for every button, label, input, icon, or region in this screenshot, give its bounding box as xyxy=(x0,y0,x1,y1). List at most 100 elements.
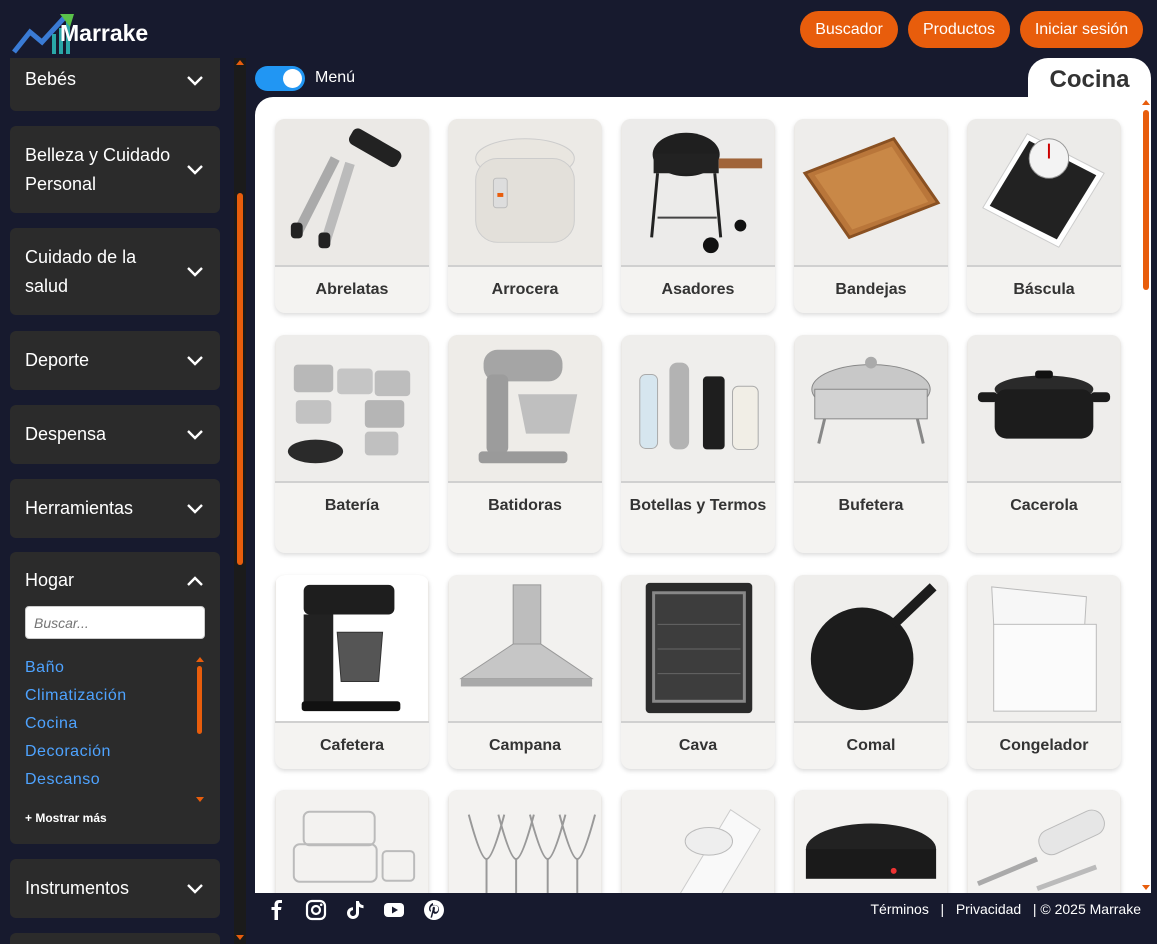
category-herramientas[interactable]: Herramientas xyxy=(10,479,220,538)
chevron-down-icon xyxy=(187,430,203,440)
chevron-down-icon xyxy=(187,356,203,366)
product-card[interactable] xyxy=(621,790,775,893)
product-image-cuchillo-electrico xyxy=(967,790,1121,893)
product-scroll-down[interactable] xyxy=(1142,885,1150,890)
product-image-abrelatas xyxy=(275,119,429,267)
product-card[interactable]: Batería xyxy=(275,335,429,553)
instagram-icon[interactable] xyxy=(305,899,327,921)
facebook-icon[interactable] xyxy=(266,899,288,921)
product-label: Cacerola xyxy=(1010,497,1078,514)
sublink-bano[interactable]: Baño xyxy=(25,659,64,677)
category-instrumentos[interactable]: Instrumentos xyxy=(10,859,220,918)
sublist-scroll-down[interactable] xyxy=(196,797,204,802)
privacidad-link[interactable]: Privacidad xyxy=(956,901,1021,917)
product-card[interactable]: Batidoras xyxy=(448,335,602,553)
product-card[interactable]: Arrocera xyxy=(448,119,602,313)
product-image-cafetera xyxy=(275,575,429,723)
product-image-botellas xyxy=(621,335,775,483)
category-label: Cuidado de la salud xyxy=(25,247,137,296)
product-label: Botellas y Termos xyxy=(629,497,767,514)
sublink-cocina[interactable]: Cocina xyxy=(25,715,78,733)
sublink-climatizacion[interactable]: Climatización xyxy=(25,687,127,705)
chevron-up-icon[interactable] xyxy=(186,575,204,587)
product-label: Comal xyxy=(846,737,896,754)
category-deporte[interactable]: Deporte xyxy=(10,331,220,390)
product-image-bandejas xyxy=(794,119,948,267)
product-image-batidoras xyxy=(448,335,602,483)
product-card[interactable]: Cava xyxy=(621,575,775,769)
pinterest-icon[interactable] xyxy=(423,899,445,921)
product-card[interactable] xyxy=(275,790,429,893)
product-label: Cava xyxy=(678,737,718,754)
copyright-text: | © 2025 Marrake xyxy=(1032,901,1141,917)
show-more-link[interactable]: + Mostrar más xyxy=(25,811,107,825)
sidebar-scroll-up[interactable] xyxy=(236,60,244,65)
product-image-bascula xyxy=(967,119,1121,267)
product-label: Asadores xyxy=(661,281,735,298)
category-despensa[interactable]: Despensa xyxy=(10,405,220,464)
product-scrollbar-thumb[interactable] xyxy=(1143,110,1149,290)
category-next[interactable] xyxy=(10,933,220,944)
product-card[interactable]: Botellas y Termos xyxy=(621,335,775,553)
toggle-knob xyxy=(283,69,302,88)
hogar-search-input[interactable] xyxy=(25,606,205,639)
product-card[interactable]: Comal xyxy=(794,575,948,769)
category-bebes[interactable]: Bebés xyxy=(10,58,220,111)
product-card[interactable]: Congelador xyxy=(967,575,1121,769)
chevron-down-icon xyxy=(187,884,203,894)
product-card[interactable]: Abrelatas xyxy=(275,119,429,313)
menu-toggle-label: Menú xyxy=(315,69,356,86)
product-label: Bandejas xyxy=(835,281,907,298)
sidebar-scroll-down[interactable] xyxy=(236,935,244,940)
category-sidebar: Bebés Belleza y Cuidado Personal Cuidado… xyxy=(0,58,232,944)
product-image-copas xyxy=(448,790,602,893)
page-title-tab: Cocina xyxy=(1028,58,1151,102)
login-button[interactable]: Iniciar sesión xyxy=(1020,11,1143,48)
product-card[interactable] xyxy=(967,790,1121,893)
product-scroll-up[interactable] xyxy=(1142,100,1150,105)
product-card[interactable]: Cafetera xyxy=(275,575,429,769)
product-label: Congelador xyxy=(999,737,1089,754)
product-card[interactable]: Asadores xyxy=(621,119,775,313)
sublink-descanso[interactable]: Descanso xyxy=(25,771,100,789)
buscador-button[interactable]: Buscador xyxy=(800,11,898,48)
product-image-arrocera xyxy=(448,119,602,267)
product-card[interactable] xyxy=(448,790,602,893)
youtube-icon[interactable] xyxy=(383,899,405,921)
product-label: Abrelatas xyxy=(315,281,389,298)
sublist-scrollbar-thumb[interactable] xyxy=(197,666,202,734)
sidebar-scrollbar-thumb[interactable] xyxy=(237,193,243,565)
product-label: Arrocera xyxy=(491,281,559,298)
product-card[interactable]: Campana xyxy=(448,575,602,769)
category-label: Herramientas xyxy=(25,498,134,518)
product-card[interactable] xyxy=(794,790,948,893)
chevron-down-icon xyxy=(187,165,203,175)
menu-toggle[interactable] xyxy=(255,66,305,91)
category-label: Bebés xyxy=(25,69,77,89)
product-grid: Abrelatas Arrocera Asadores Bandejas Bás… xyxy=(255,97,1151,893)
category-salud[interactable]: Cuidado de la salud xyxy=(10,228,220,315)
brand-name[interactable]: Marrake xyxy=(60,20,148,47)
product-image-mandolina xyxy=(621,790,775,893)
footer-links: Términos | Privacidad | © 2025 Marrake xyxy=(870,901,1141,917)
product-image-cava xyxy=(621,575,775,723)
product-card[interactable]: Báscula xyxy=(967,119,1121,313)
category-label: Hogar xyxy=(25,570,75,590)
productos-button[interactable]: Productos xyxy=(908,11,1010,48)
sublist-scroll-up[interactable] xyxy=(196,657,204,662)
sublink-decoracion[interactable]: Decoración xyxy=(25,743,111,761)
product-image-campana xyxy=(448,575,602,723)
category-belleza[interactable]: Belleza y Cuidado Personal xyxy=(10,126,220,213)
product-image-bufetera xyxy=(794,335,948,483)
chevron-down-icon xyxy=(187,267,203,277)
product-label: Batidoras xyxy=(488,497,562,514)
product-label: Báscula xyxy=(1013,281,1075,298)
product-card[interactable]: Bandejas xyxy=(794,119,948,313)
tiktok-icon[interactable] xyxy=(344,899,366,921)
product-image-recipientes xyxy=(275,790,429,893)
terminos-link[interactable]: Términos xyxy=(870,901,928,917)
chevron-down-icon xyxy=(187,76,203,86)
product-card[interactable]: Bufetera xyxy=(794,335,948,553)
product-card[interactable]: Cacerola xyxy=(967,335,1121,553)
product-label: Campana xyxy=(488,737,562,754)
